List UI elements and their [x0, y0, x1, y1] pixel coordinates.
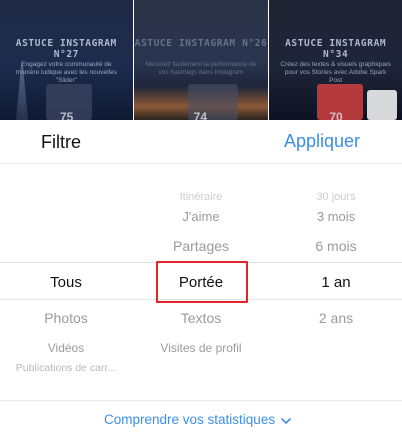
card-description: Engagez votre communauté de manière ludi…: [15, 61, 117, 84]
card-description: Créez des textes & visuels graphiques po…: [280, 61, 391, 84]
card-number: 75: [60, 110, 74, 120]
card-title: ASTUCE INSTAGRAM N°26: [134, 38, 268, 49]
footer-link-label: Comprendre vos statistiques: [104, 412, 276, 427]
picker-item-left-selected[interactable]: Tous: [50, 274, 82, 291]
picker-item-left[interactable]: Vidéos: [48, 341, 84, 355]
filter-sheet: Filtre Appliquer Itinéraire J'aime Parta…: [0, 120, 402, 435]
picker-item-right[interactable]: 30 jours: [316, 191, 355, 203]
background-cards: ASTUCE INSTAGRAM N°27 Engagez votre comm…: [0, 0, 402, 120]
picker-item-middle[interactable]: Visites de profil: [160, 341, 241, 355]
background-card: ASTUCE INSTAGRAM N°27 Engagez votre comm…: [0, 0, 133, 120]
background-card: ASTUCE INSTAGRAM N°26 Mesurez facilement…: [133, 0, 269, 120]
sheet-header: Filtre Appliquer: [0, 120, 402, 164]
phone-image: [367, 90, 398, 120]
card-number: 74: [193, 110, 208, 120]
picker-item-right[interactable]: 3 mois: [317, 209, 355, 224]
picker-item-right[interactable]: 6 mois: [315, 238, 356, 254]
footer: Comprendre vos statistiques: [0, 400, 402, 435]
picker-item-left[interactable]: Photos: [44, 310, 88, 326]
filter-picker[interactable]: Itinéraire J'aime Partages Portée Textos…: [0, 164, 402, 400]
background-card: ASTUCE INSTAGRAM N°34 Créez des textes &…: [269, 0, 402, 120]
card-number: 70: [329, 110, 343, 120]
picker-item-left[interactable]: Publications de carr...: [16, 362, 116, 374]
selection-highlight: [156, 261, 248, 303]
understand-stats-link[interactable]: Comprendre vos statistiques: [104, 412, 291, 427]
card-title: ASTUCE INSTAGRAM N°27: [15, 38, 117, 60]
sheet-title: Filtre: [41, 132, 81, 152]
picker-item-middle[interactable]: Partages: [173, 238, 229, 254]
picker-item-middle[interactable]: Textos: [181, 310, 221, 326]
card-title: ASTUCE INSTAGRAM N°34: [285, 38, 387, 60]
picker-item-middle[interactable]: Itinéraire: [180, 191, 223, 203]
apply-button[interactable]: Appliquer: [284, 131, 360, 152]
picker-item-right[interactable]: 2 ans: [319, 310, 353, 326]
chevron-down-icon: [281, 413, 291, 424]
picker-item-right-selected[interactable]: 1 an: [321, 274, 350, 291]
card-description: Mesurez facilement la performance de vos…: [145, 61, 257, 76]
picker-item-middle[interactable]: J'aime: [182, 209, 219, 224]
